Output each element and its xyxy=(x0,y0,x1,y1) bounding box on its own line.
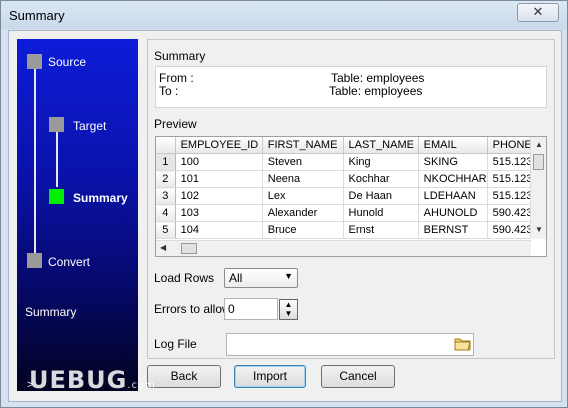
spin-down-icon[interactable]: ▼ xyxy=(280,309,297,318)
table-cell[interactable]: Alexander xyxy=(262,204,344,222)
from-label: From : xyxy=(159,71,194,85)
errors-input[interactable]: 0 xyxy=(224,298,278,320)
from-table: Table: employees xyxy=(331,71,425,85)
load-rows-select[interactable]: All ▼ xyxy=(224,268,298,288)
load-rows-label: Load Rows xyxy=(154,271,215,285)
browse-folder-button[interactable] xyxy=(454,336,471,351)
table-cell[interactable]: 101 xyxy=(175,170,263,188)
table-cell[interactable]: Bruce xyxy=(262,221,344,239)
preview-header-row: EMPLOYEE_ID FIRST_NAME LAST_NAME EMAIL P… xyxy=(156,137,546,154)
table-cell[interactable]: NKOCHHAR xyxy=(418,170,488,188)
table-row[interactable]: 1 100 Steven King SKING 515.123 xyxy=(156,153,546,171)
step-marker-source xyxy=(27,54,42,69)
watermark-logo: UEBUG.com xyxy=(29,366,156,394)
step-source: Source xyxy=(48,55,87,69)
to-table: Table: employees xyxy=(329,84,423,98)
table-cell[interactable]: Kochhar xyxy=(343,170,419,188)
folder-icon[interactable] xyxy=(454,336,471,351)
row-number[interactable]: 2 xyxy=(156,170,176,188)
vertical-scroll-thumb[interactable] xyxy=(533,154,544,170)
table-cell[interactable]: King xyxy=(343,153,419,171)
column-header[interactable]: LAST_NAME xyxy=(343,137,419,154)
row-header-corner xyxy=(156,137,176,154)
chevron-down-icon: ▼ xyxy=(284,271,293,281)
table-cell[interactable]: Lex xyxy=(262,187,344,205)
table-cell[interactable]: Ernst xyxy=(343,221,419,239)
scroll-left-icon[interactable]: ◀ xyxy=(160,243,166,253)
summary-box: From : To : Table: employees Table: empl… xyxy=(155,66,547,108)
preview-table: EMPLOYEE_ID FIRST_NAME LAST_NAME EMAIL P… xyxy=(156,137,546,239)
table-cell[interactable]: De Haan xyxy=(343,187,419,205)
cancel-label: Cancel xyxy=(339,369,377,383)
column-header[interactable]: EMAIL xyxy=(418,137,488,154)
table-cell[interactable]: LDEHAAN xyxy=(418,187,488,205)
preview-heading: Preview xyxy=(154,117,197,131)
preview-grid[interactable]: EMPLOYEE_ID FIRST_NAME LAST_NAME EMAIL P… xyxy=(155,136,547,257)
errors-value: 0 xyxy=(228,302,235,316)
close-icon[interactable]: ✕ xyxy=(533,4,544,19)
table-cell[interactable]: SKING xyxy=(418,153,488,171)
table-cell[interactable]: Neena xyxy=(262,170,344,188)
scroll-up-icon[interactable]: ▲ xyxy=(535,140,543,150)
back-label: Back xyxy=(170,369,198,383)
table-cell[interactable]: AHUNOLD xyxy=(418,204,488,222)
log-file-label: Log File xyxy=(154,337,197,351)
watermark-suffix: .com xyxy=(127,380,156,391)
row-number[interactable]: 4 xyxy=(156,204,176,222)
import-label: Import xyxy=(252,369,287,383)
column-header[interactable]: EMPLOYEE_ID xyxy=(175,137,263,154)
step-target: Target xyxy=(73,119,107,133)
step-convert: Convert xyxy=(48,255,91,269)
errors-spinner[interactable]: ▲ ▼ xyxy=(279,299,298,320)
to-label: To : xyxy=(159,84,179,98)
step-summary: Summary xyxy=(73,191,128,205)
steps-caption: Summary xyxy=(25,305,77,319)
step-marker-summary xyxy=(49,189,64,204)
table-row[interactable]: 3 102 Lex De Haan LDEHAAN 515.123 xyxy=(156,187,546,205)
table-cell[interactable]: 103 xyxy=(175,204,263,222)
table-row[interactable]: 2 101 Neena Kochhar NKOCHHAR 515.123 xyxy=(156,170,546,188)
scroll-down-icon[interactable]: ▼ xyxy=(535,225,543,235)
step-marker-target xyxy=(49,117,64,132)
import-button[interactable]: Import xyxy=(234,365,306,388)
table-cell[interactable]: BERNST xyxy=(418,221,488,239)
back-button[interactable]: Back xyxy=(147,365,221,388)
vertical-scrollbar[interactable]: ▲ ▼ xyxy=(530,137,546,239)
wizard-window: Summary ✕ Source Target Summary Convert … xyxy=(0,0,568,408)
table-cell[interactable]: 100 xyxy=(175,153,263,171)
table-cell[interactable]: 104 xyxy=(175,221,263,239)
horizontal-scroll-thumb[interactable] xyxy=(181,243,197,254)
load-rows-value: All xyxy=(229,271,243,285)
title-bar: Summary ✕ xyxy=(1,1,567,29)
table-row[interactable]: 5 104 Bruce Ernst BERNST 590.423 xyxy=(156,221,546,239)
row-number[interactable]: 5 xyxy=(156,221,176,239)
table-row[interactable]: 4 103 Alexander Hunold AHUNOLD 590.423 xyxy=(156,204,546,222)
summary-heading: Summary xyxy=(154,49,206,63)
step-marker-convert xyxy=(27,253,42,268)
column-header[interactable]: FIRST_NAME xyxy=(262,137,344,154)
cancel-button[interactable]: Cancel xyxy=(321,365,395,388)
step-connector xyxy=(34,61,36,263)
spin-up-icon[interactable]: ▲ xyxy=(280,300,297,309)
table-cell[interactable]: Steven xyxy=(262,153,344,171)
errors-label: Errors to allow xyxy=(154,302,231,316)
wizard-steps-panel: Source Target Summary Convert Summary > xyxy=(17,39,138,391)
log-file-input[interactable] xyxy=(226,333,474,356)
row-number[interactable]: 1 xyxy=(156,153,176,171)
row-number[interactable]: 3 xyxy=(156,187,176,205)
table-cell[interactable]: 102 xyxy=(175,187,263,205)
dialog-client: Source Target Summary Convert Summary > … xyxy=(8,30,562,402)
close-button[interactable]: ✕ xyxy=(517,3,559,22)
window-title: Summary xyxy=(9,8,65,23)
horizontal-scrollbar[interactable]: ◀ xyxy=(156,240,531,256)
watermark-text: UEBUG xyxy=(29,366,128,394)
table-cell[interactable]: Hunold xyxy=(343,204,419,222)
